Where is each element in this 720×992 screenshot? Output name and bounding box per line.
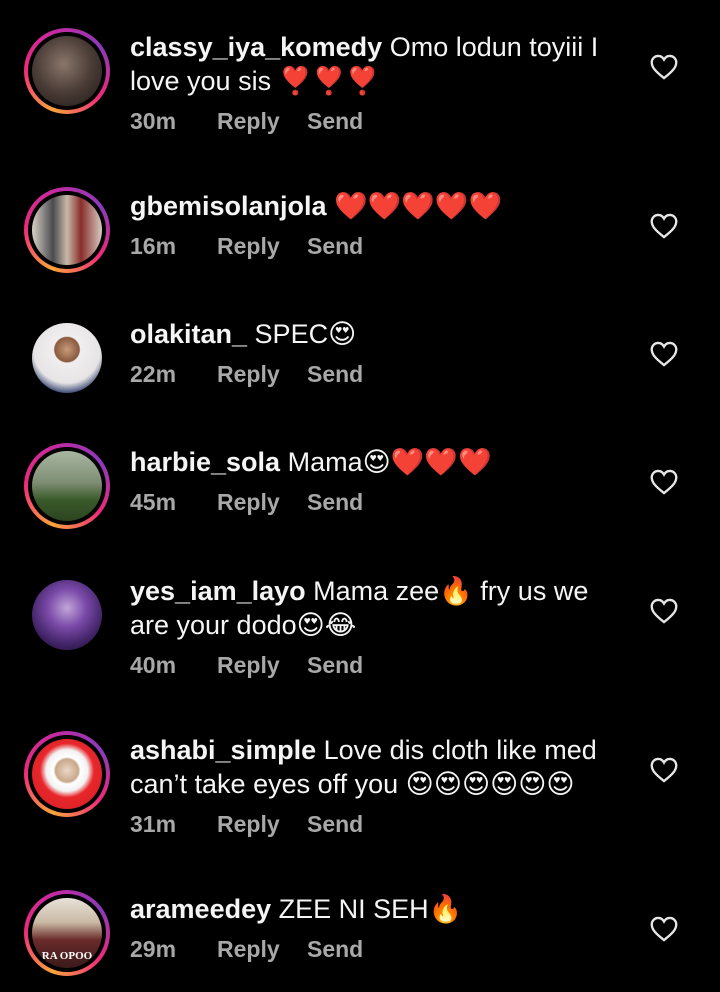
comment-username[interactable]: olakitan_ [130, 319, 247, 349]
send-button[interactable]: Send [307, 108, 363, 135]
comment-text: gbemisolanjola ❤️❤️❤️❤️❤️ [130, 189, 630, 223]
avatar [32, 739, 102, 809]
like-heart-icon[interactable] [650, 469, 678, 495]
reply-button[interactable]: Reply [217, 811, 307, 838]
comment-time: 29m [130, 935, 177, 962]
avatar [32, 580, 102, 650]
comment-meta: 45m Reply Send [130, 487, 630, 517]
comment-text: olakitan_ SPEC😍 [130, 317, 630, 351]
comment-body: ZEE NI SEH🔥 [271, 894, 463, 924]
comment-time: 40m [130, 651, 177, 678]
avatar-frame[interactable] [24, 572, 110, 658]
comment-username[interactable]: harbie_sola [130, 447, 280, 477]
comment-time: 45m [130, 488, 177, 515]
reply-button[interactable]: Reply [217, 233, 307, 260]
comment-meta: 16m Reply Send [130, 231, 630, 261]
send-button[interactable]: Send [307, 361, 363, 388]
avatar [32, 36, 102, 106]
comment-body: Mama😍❤️❤️❤️ [280, 447, 492, 477]
comment-time: 22m [130, 360, 177, 387]
reply-button[interactable]: Reply [217, 652, 307, 679]
comment-meta: 22m Reply Send [130, 359, 630, 389]
comments-list: classy_iya_komedy Omo lodun toyiii I lov… [0, 0, 720, 992]
send-button[interactable]: Send [307, 652, 363, 679]
avatar-caption: RA OPOO [41, 950, 93, 962]
comment-time: 30m [130, 107, 177, 134]
avatar-story-ring[interactable] [24, 28, 110, 114]
comment-meta: 30m Reply Send [130, 106, 630, 136]
reply-button[interactable]: Reply [217, 489, 307, 516]
send-button[interactable]: Send [307, 811, 363, 838]
avatar [32, 195, 102, 265]
send-button[interactable]: Send [307, 936, 363, 963]
avatar-frame[interactable] [24, 315, 110, 401]
comment-username[interactable]: arameedey [130, 894, 271, 924]
reply-button[interactable]: Reply [217, 108, 307, 135]
comment-username[interactable]: gbemisolanjola [130, 191, 327, 221]
comment-time: 16m [130, 232, 177, 259]
comment-body: SPEC😍 [247, 319, 357, 349]
like-heart-icon[interactable] [650, 341, 678, 367]
comment-meta: 40m Reply Send [130, 650, 630, 680]
avatar [32, 451, 102, 521]
reply-button[interactable]: Reply [217, 361, 307, 388]
comment-username[interactable]: classy_iya_komedy [130, 32, 382, 62]
avatar [32, 323, 102, 393]
like-heart-icon[interactable] [650, 213, 678, 239]
avatar-story-ring[interactable]: RA OPOO [24, 890, 110, 976]
reply-button[interactable]: Reply [217, 936, 307, 963]
comment-username[interactable]: ashabi_simple [130, 735, 316, 765]
send-button[interactable]: Send [307, 233, 363, 260]
like-heart-icon[interactable] [650, 598, 678, 624]
like-heart-icon[interactable] [650, 757, 678, 783]
send-button[interactable]: Send [307, 489, 363, 516]
comment-text: classy_iya_komedy Omo lodun toyiii I lov… [130, 30, 630, 98]
like-heart-icon[interactable] [650, 54, 678, 80]
comment-username[interactable]: yes_iam_layo [130, 576, 306, 606]
comment-meta: 31m Reply Send [130, 809, 630, 839]
comment-time: 31m [130, 810, 177, 837]
avatar-story-ring[interactable] [24, 187, 110, 273]
comment-text: arameedey ZEE NI SEH🔥 [130, 892, 630, 926]
comment-text: harbie_sola Mama😍❤️❤️❤️ [130, 445, 630, 479]
avatar: RA OPOO [32, 898, 102, 968]
avatar-story-ring[interactable] [24, 731, 110, 817]
avatar-story-ring[interactable] [24, 443, 110, 529]
comment-text: ashabi_simple Love dis cloth like med ca… [130, 733, 630, 801]
comment-body: ❤️❤️❤️❤️❤️ [326, 191, 503, 221]
comment-meta: 29m Reply Send [130, 934, 630, 964]
comment-text: yes_iam_layo Mama zee🔥 fry us we are you… [130, 574, 630, 642]
like-heart-icon[interactable] [650, 916, 678, 942]
